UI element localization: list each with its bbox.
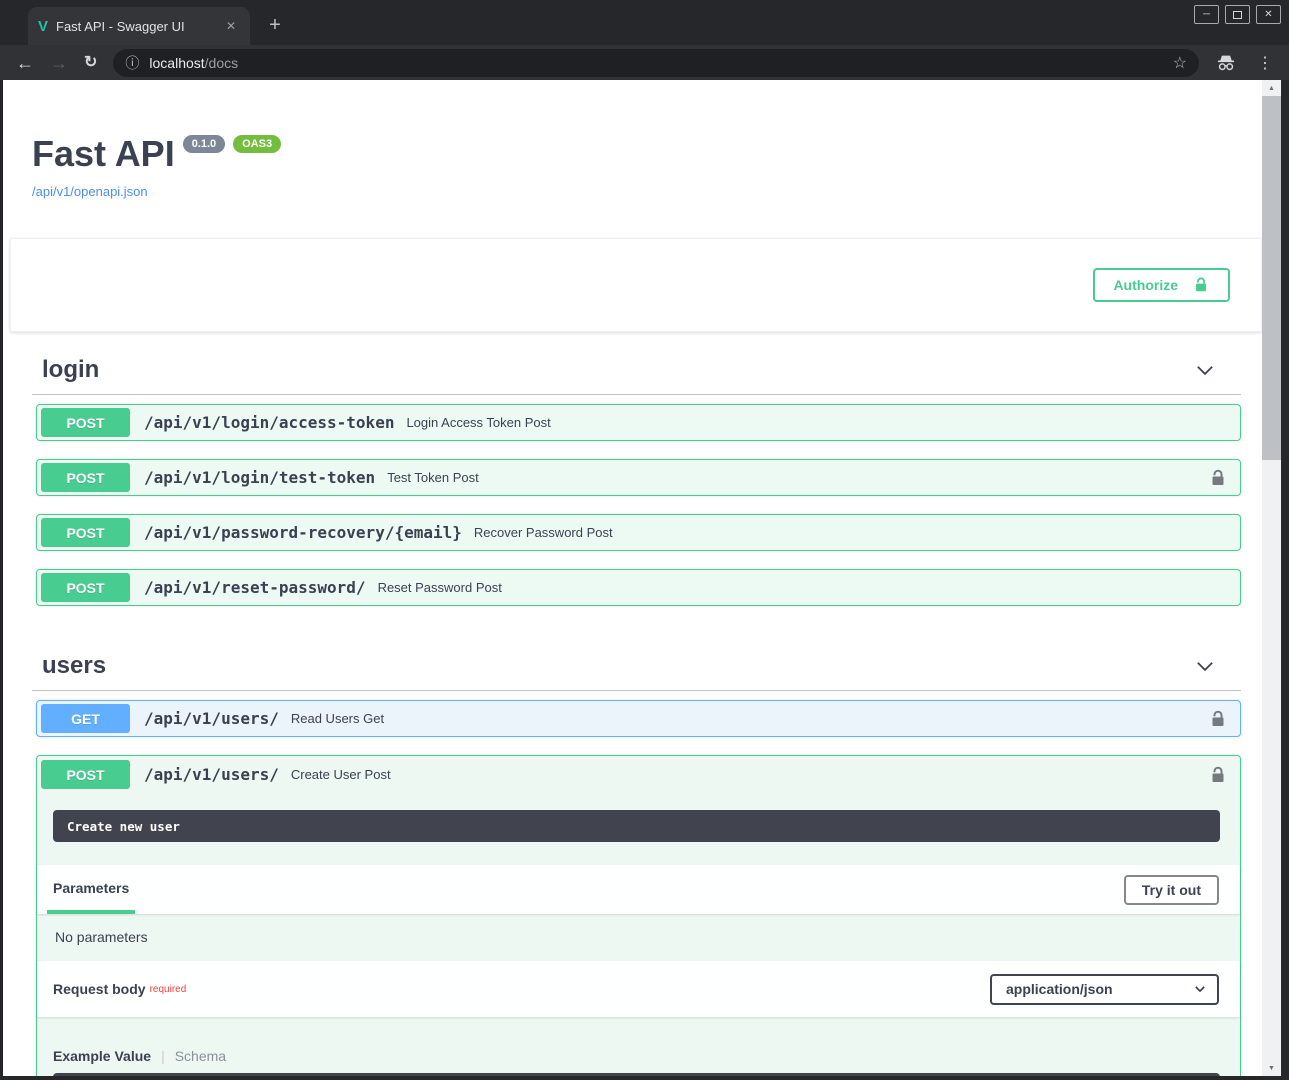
- maximize-button[interactable]: [1225, 5, 1250, 24]
- browser-titlebar: V Fast API - Swagger UI ✕ + ─ ✕: [0, 0, 1289, 45]
- unlock-icon: [1208, 468, 1228, 488]
- scroll-up-icon[interactable]: ▲: [1262, 80, 1281, 96]
- tab-close-icon[interactable]: ✕: [222, 17, 240, 35]
- unlock-icon: [1208, 765, 1228, 785]
- bookmark-star-icon[interactable]: ☆: [1173, 53, 1187, 73]
- browser-tab[interactable]: V Fast API - Swagger UI ✕: [28, 7, 250, 45]
- forward-icon[interactable]: →: [50, 54, 68, 72]
- new-tab-button[interactable]: +: [262, 12, 288, 38]
- chevron-down-icon[interactable]: [1194, 359, 1216, 381]
- tab-title: Fast API - Swagger UI: [56, 19, 214, 34]
- url-host: localhost: [149, 55, 204, 71]
- endpoint-row[interactable]: POST /api/v1/password-recovery/{email} R…: [36, 514, 1241, 551]
- unlock-icon: [1192, 276, 1210, 294]
- section-title: users: [42, 652, 106, 680]
- try-it-out-button[interactable]: Try it out: [1124, 875, 1219, 905]
- address-bar[interactable]: ⓘ localhost/docs ☆: [113, 49, 1199, 77]
- endpoint-path: /api/v1/reset-password/: [144, 578, 366, 597]
- section-title: login: [42, 356, 99, 384]
- section-header-login[interactable]: login: [32, 332, 1241, 395]
- endpoint-row[interactable]: GET /api/v1/users/ Read Users Get: [36, 700, 1241, 737]
- section-login: login POST /api/v1/login/access-token Lo…: [32, 332, 1241, 606]
- api-info: Fast API 0.1.0 OAS3 /api/v1/openapi.json: [3, 80, 1262, 201]
- endpoint-summary: Test Token Post: [387, 470, 479, 485]
- endpoint-path: /api/v1/login/test-token: [144, 468, 375, 487]
- section-users: users GET /api/v1/users/ Read Users Get: [32, 624, 1241, 1076]
- chevron-down-icon[interactable]: [1194, 655, 1216, 677]
- endpoint-row[interactable]: POST /api/v1/users/ Create User Post: [37, 756, 1240, 793]
- method-badge: POST: [41, 760, 130, 789]
- method-badge: POST: [41, 573, 130, 602]
- auth-lock-button[interactable]: [1208, 765, 1228, 785]
- example-code-block: {: [53, 1073, 1220, 1076]
- auth-lock-button[interactable]: [1208, 468, 1228, 488]
- media-type-select[interactable]: application/json: [990, 974, 1219, 1005]
- auth-lock-button[interactable]: [1208, 709, 1228, 729]
- request-body-header: Request body required application/json: [37, 961, 1240, 1017]
- page-title: Fast API: [32, 133, 175, 175]
- tab-separator: |: [161, 1048, 165, 1064]
- browser-menu-icon[interactable]: ⋮: [1253, 53, 1277, 73]
- unlock-icon: [1208, 709, 1228, 729]
- version-badge: 0.1.0: [183, 135, 225, 153]
- endpoint-summary: Recover Password Post: [474, 525, 613, 540]
- authorize-button[interactable]: Authorize: [1093, 268, 1230, 302]
- fastapi-favicon-icon: V: [38, 19, 48, 34]
- method-badge: POST: [41, 408, 130, 437]
- request-body-label: Request body: [53, 981, 146, 997]
- page-scrollbar[interactable]: ▲ ▼: [1262, 80, 1281, 1076]
- chevron-down-icon: [1193, 982, 1207, 996]
- scroll-down-icon[interactable]: ▼: [1262, 1060, 1281, 1076]
- endpoint-path: /api/v1/login/access-token: [144, 413, 394, 432]
- scrollbar-thumb[interactable]: [1262, 96, 1281, 460]
- url-text: localhost/docs: [149, 55, 238, 71]
- parameters-header: Parameters Try it out: [37, 865, 1240, 914]
- page-viewport: Fast API 0.1.0 OAS3 /api/v1/openapi.json…: [3, 80, 1262, 1076]
- oas3-badge: OAS3: [233, 135, 281, 153]
- method-badge: POST: [41, 518, 130, 547]
- tab-parameters[interactable]: Parameters: [47, 865, 135, 914]
- endpoint-description-banner: Create new user: [53, 810, 1220, 842]
- method-badge: POST: [41, 463, 130, 492]
- endpoint-summary: Read Users Get: [291, 711, 384, 726]
- url-path: /docs: [205, 55, 238, 71]
- reload-icon[interactable]: ↻: [84, 55, 97, 71]
- tab-schema[interactable]: Schema: [175, 1048, 226, 1064]
- openapi-spec-link[interactable]: /api/v1/openapi.json: [32, 184, 148, 199]
- no-parameters-text: No parameters: [37, 914, 1240, 961]
- authorize-label: Authorize: [1113, 277, 1178, 293]
- tab-example-value[interactable]: Example Value: [53, 1048, 151, 1064]
- endpoint-summary: Reset Password Post: [378, 580, 502, 595]
- endpoint-path: /api/v1/users/: [144, 765, 279, 784]
- site-info-icon[interactable]: ⓘ: [125, 53, 139, 73]
- model-example-tabs: Example Value | Schema: [53, 1048, 1240, 1064]
- incognito-icon: [1215, 54, 1237, 72]
- minimize-button[interactable]: ─: [1194, 5, 1219, 24]
- close-button[interactable]: ✕: [1256, 5, 1281, 24]
- endpoint-row[interactable]: POST /api/v1/reset-password/ Reset Passw…: [36, 569, 1241, 606]
- section-header-users[interactable]: users: [32, 624, 1241, 691]
- expanded-endpoint-block: POST /api/v1/users/ Create User Post Cre…: [36, 755, 1241, 1076]
- endpoint-summary: Create User Post: [291, 767, 391, 782]
- media-type-value: application/json: [1006, 981, 1113, 997]
- scheme-container: Authorize: [10, 238, 1262, 332]
- window-controls: ─ ✕: [1194, 5, 1281, 24]
- endpoint-summary: Login Access Token Post: [406, 415, 550, 430]
- browser-toolbar: ← → ↻ ⓘ localhost/docs ☆ ⋮: [0, 45, 1289, 80]
- back-icon[interactable]: ←: [16, 54, 34, 72]
- method-badge: GET: [41, 704, 130, 733]
- endpoint-row[interactable]: POST /api/v1/login/test-token Test Token…: [36, 459, 1241, 496]
- endpoint-path: /api/v1/users/: [144, 709, 279, 728]
- required-label: required: [150, 984, 187, 995]
- endpoint-row[interactable]: POST /api/v1/login/access-token Login Ac…: [36, 404, 1241, 441]
- endpoint-path: /api/v1/password-recovery/{email}: [144, 523, 462, 542]
- maximize-icon: [1233, 11, 1242, 19]
